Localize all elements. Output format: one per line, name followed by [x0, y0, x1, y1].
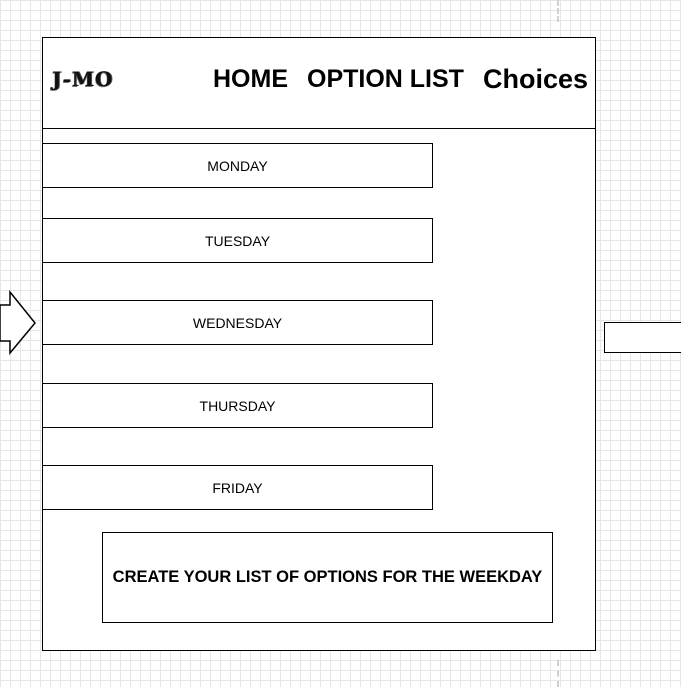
create-list-button[interactable]: CREATE YOUR LIST OF OPTIONS FOR THE WEEK… [102, 532, 553, 623]
day-button-monday[interactable]: MONDAY [42, 143, 433, 188]
guide-line-bottom [557, 660, 559, 687]
day-button-wednesday[interactable]: WEDNESDAY [42, 300, 433, 345]
day-button-tuesday[interactable]: TUESDAY [42, 218, 433, 263]
arrow-right-icon [0, 290, 36, 356]
next-screen-connector [604, 322, 681, 353]
nav-choices-link[interactable]: Choices [483, 64, 588, 95]
nav-option-list-link[interactable]: OPTION LIST [307, 65, 464, 94]
logo: J-MO [52, 67, 114, 91]
header: J-MO HOME OPTION LIST Choices [43, 38, 595, 129]
day-button-thursday[interactable]: THURSDAY [42, 383, 433, 428]
guide-line-top [557, 0, 559, 22]
app-frame: J-MO HOME OPTION LIST Choices MONDAY TUE… [42, 37, 596, 651]
nav-home-link[interactable]: HOME [213, 65, 288, 94]
day-button-friday[interactable]: FRIDAY [42, 465, 433, 510]
